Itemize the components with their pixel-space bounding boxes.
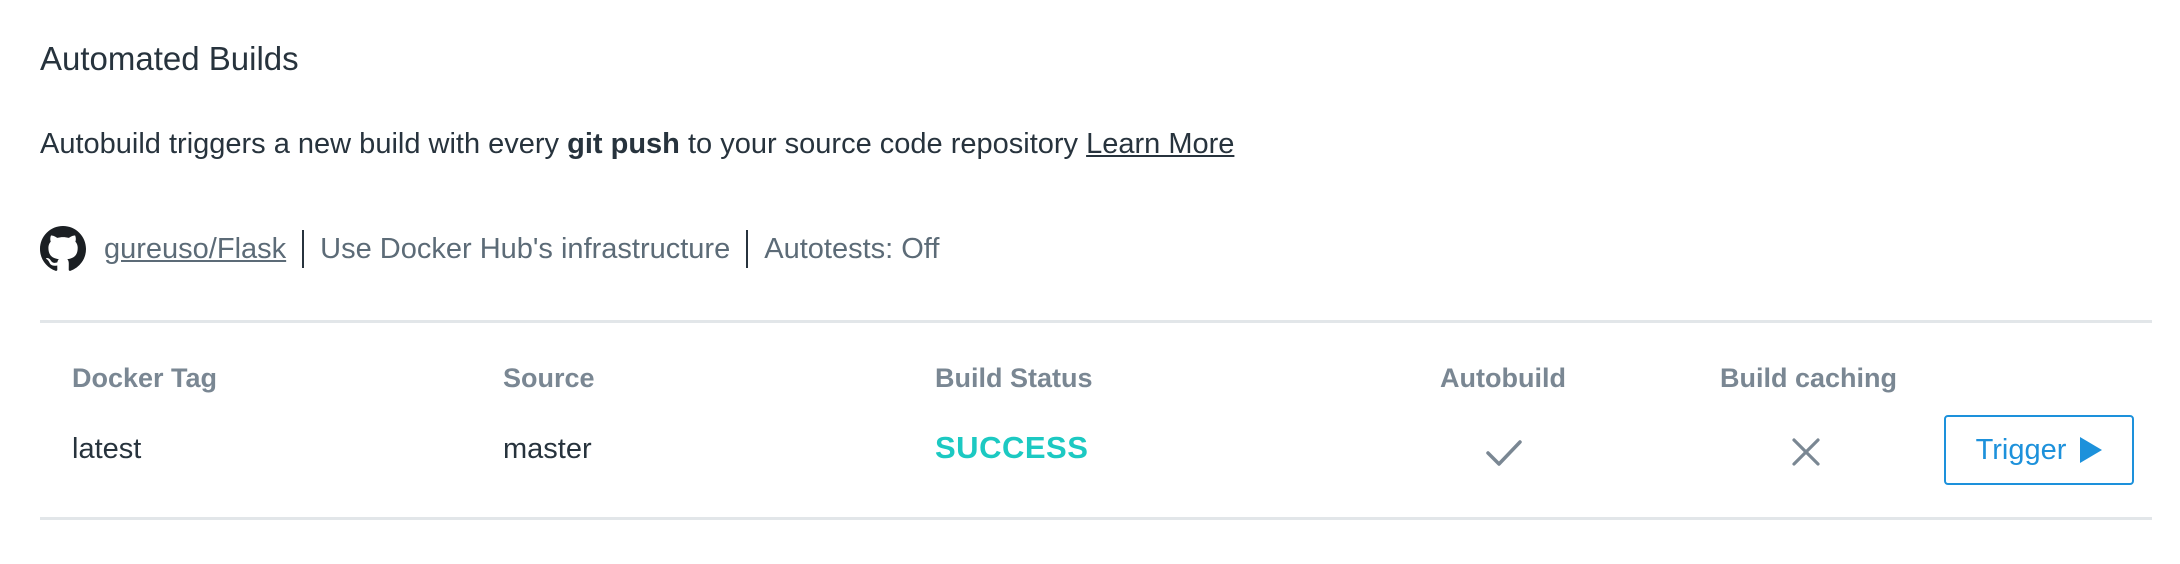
separator — [302, 230, 305, 268]
close-icon — [1784, 430, 1828, 474]
checkmark-icon — [1482, 430, 1526, 474]
github-icon — [40, 226, 86, 272]
docker-tag-value: latest — [72, 433, 142, 465]
trigger-button[interactable]: Trigger — [1944, 415, 2134, 485]
infrastructure-label: Use Docker Hub's infrastructure — [320, 232, 731, 265]
learn-more-link[interactable]: Learn More — [1086, 128, 1234, 160]
source-branch-value: master — [503, 433, 592, 465]
autobuild-description: Autobuild triggers a new build with ever… — [40, 128, 1234, 161]
section-title: Automated Builds — [40, 40, 299, 77]
header-docker-tag: Docker Tag — [72, 363, 218, 393]
table-bottom-divider — [40, 517, 2152, 520]
table-top-divider — [40, 320, 2152, 323]
automated-builds-panel: Automated Builds Autobuild triggers a ne… — [0, 0, 2180, 564]
header-source: Source — [503, 363, 595, 393]
header-autobuild: Autobuild — [1440, 363, 1566, 393]
build-status-badge: SUCCESS — [935, 430, 1089, 465]
play-icon — [2080, 437, 2103, 463]
header-build-status: Build Status — [935, 363, 1093, 393]
description-suffix: to your source code repository — [679, 128, 1087, 160]
source-repository-info: gureuso/Flask Use Docker Hub's infrastru… — [40, 225, 939, 273]
header-build-caching: Build caching — [1720, 363, 1898, 393]
description-git-push: git push — [567, 128, 680, 160]
separator — [746, 230, 749, 268]
autotests-status: Autotests: Off — [764, 232, 940, 265]
trigger-button-label: Trigger — [1975, 433, 2067, 466]
repository-link[interactable]: gureuso/Flask — [104, 233, 286, 266]
description-prefix: Autobuild triggers a new build with ever… — [40, 128, 568, 160]
